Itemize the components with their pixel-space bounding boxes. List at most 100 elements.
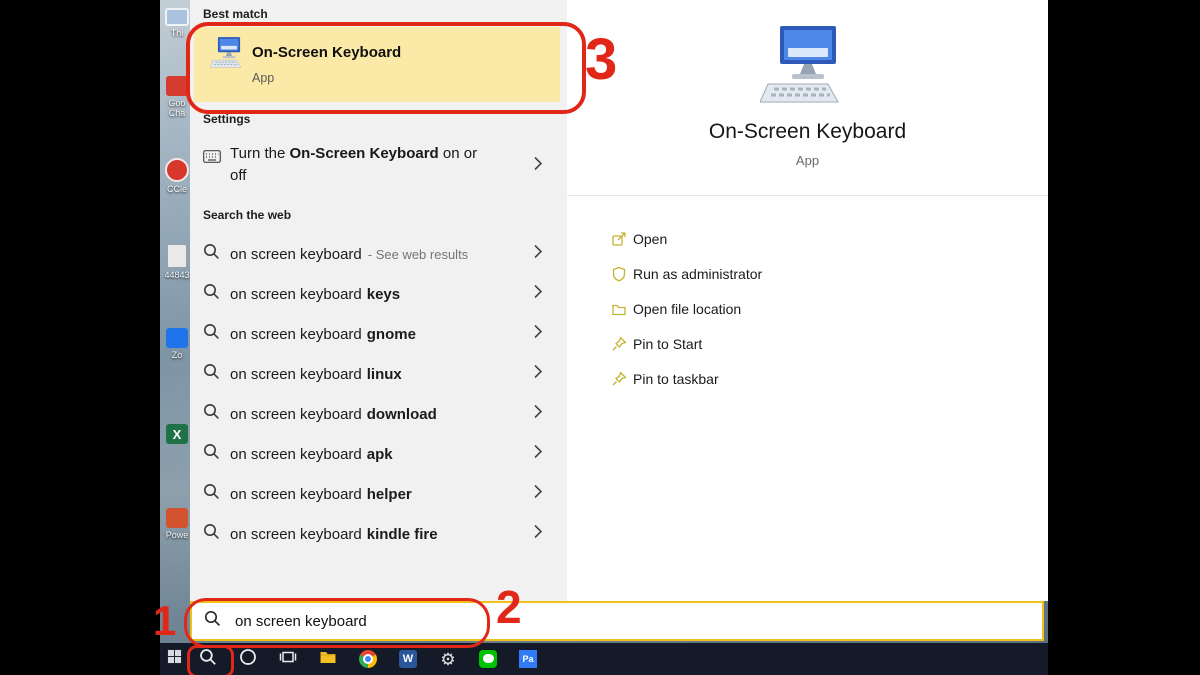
windows-screen: Thi Goo Cha CCle 44843 Zo X Powe Best ma… xyxy=(0,0,1200,675)
action-label: Pin to taskbar xyxy=(633,371,719,387)
suggestion-text: on screen keyboardlinux xyxy=(230,366,402,383)
chevron-right-icon xyxy=(533,156,543,177)
desktop-icon-label: 44843 xyxy=(164,270,189,280)
zalo-icon xyxy=(166,328,188,348)
taskbar-search-box[interactable] xyxy=(190,601,1044,641)
best-match-title: On-Screen Keyboard xyxy=(252,44,401,61)
best-match-header: Best match xyxy=(203,7,268,21)
web-suggestion[interactable]: on screen keyboardkindle fire xyxy=(190,514,567,554)
suggestion-text: on screen keyboardapk xyxy=(230,446,393,463)
search-icon xyxy=(203,523,220,545)
desktop-icon-document[interactable]: 44843 xyxy=(161,244,193,280)
desktop-icon-label: Goo Cha xyxy=(161,98,193,118)
search-input[interactable] xyxy=(233,612,557,631)
action-label: Open file location xyxy=(633,301,741,317)
search-icon xyxy=(203,243,220,265)
search-icon xyxy=(203,443,220,465)
desktop-icon-label: Powe xyxy=(166,530,189,540)
result-details-pane: On-Screen Keyboard App Open Run as admin… xyxy=(567,0,1048,601)
suggestion-text: on screen keyboarddownload xyxy=(230,406,437,423)
windows-logo-icon xyxy=(167,649,182,669)
word-button[interactable]: W xyxy=(388,643,428,675)
desktop-icon-excel[interactable]: X xyxy=(161,424,193,446)
settings-header: Settings xyxy=(203,112,250,126)
chevron-right-icon xyxy=(533,404,543,425)
file-explorer-button[interactable] xyxy=(308,643,348,675)
on-screen-keyboard-icon xyxy=(210,36,248,75)
paint-icon: Pa xyxy=(519,650,537,668)
web-suggestion[interactable]: on screen keyboardlinux xyxy=(190,354,567,394)
taskbar: W ⚙ Pa xyxy=(160,643,1048,675)
cortana-icon xyxy=(239,648,257,671)
action-run-as-administrator[interactable]: Run as administrator xyxy=(611,256,762,291)
desktop-icon-powerpoint[interactable]: Powe xyxy=(161,508,193,540)
chevron-right-icon xyxy=(533,364,543,385)
search-icon xyxy=(203,483,220,505)
file-explorer-icon xyxy=(319,649,337,670)
search-icon xyxy=(203,283,220,305)
taskbar-search-button[interactable] xyxy=(188,643,228,675)
desktop-icon-zalo[interactable]: Zo xyxy=(161,328,193,360)
suggestion-text: on screen keyboardgnome xyxy=(230,326,416,343)
action-pin-to-taskbar[interactable]: Pin to taskbar xyxy=(611,361,762,396)
web-suggestion[interactable]: on screen keyboardgnome xyxy=(190,314,567,354)
chrome-button[interactable] xyxy=(348,643,388,675)
search-icon xyxy=(203,363,220,385)
details-divider xyxy=(567,195,1048,196)
start-button[interactable] xyxy=(160,643,188,675)
gear-icon: ⚙ xyxy=(440,651,455,668)
pin-to-taskbar-icon xyxy=(611,371,633,387)
best-match-subtitle: App xyxy=(252,71,274,85)
settings-result-text: Turn the On-Screen Keyboard on or off xyxy=(230,143,492,187)
chevron-right-icon xyxy=(533,324,543,345)
desktop-icon-chrome[interactable]: Goo Cha xyxy=(161,76,193,118)
settings-button[interactable]: ⚙ xyxy=(428,643,468,675)
desktop-icon-ccleaner[interactable]: CCle xyxy=(161,158,193,194)
action-open-file-location[interactable]: Open file location xyxy=(611,291,762,326)
details-app-title: On-Screen Keyboard xyxy=(567,120,1048,144)
web-suggestion[interactable]: on screen keyboardkeys xyxy=(190,274,567,314)
excel-icon: X xyxy=(166,424,188,444)
search-icon xyxy=(199,648,217,671)
cortana-button[interactable] xyxy=(228,643,268,675)
search-icon xyxy=(203,323,220,345)
desktop-icon-label: Zo xyxy=(172,350,183,360)
web-suggestion[interactable]: on screen keyboarddownload xyxy=(190,394,567,434)
open-icon xyxy=(611,231,633,247)
powerpoint-icon xyxy=(166,508,188,528)
action-pin-to-start[interactable]: Pin to Start xyxy=(611,326,762,361)
task-view-button[interactable] xyxy=(268,643,308,675)
desktop-icon-label: Thi xyxy=(171,28,184,38)
suggestion-text: on screen keyboardhelper xyxy=(230,486,412,503)
action-label: Pin to Start xyxy=(633,336,702,352)
search-icon xyxy=(204,610,221,632)
desktop-icon-label: CCle xyxy=(167,184,187,194)
chevron-right-icon xyxy=(533,524,543,545)
settings-result-osk-toggle[interactable]: Turn the On-Screen Keyboard on or off xyxy=(190,134,567,198)
paint-button[interactable]: Pa xyxy=(508,643,548,675)
desktop-icon-this-pc[interactable]: Thi xyxy=(161,6,193,38)
line-icon xyxy=(479,650,497,668)
line-app-button[interactable] xyxy=(468,643,508,675)
search-the-web-header: Search the web xyxy=(203,208,291,222)
task-view-icon xyxy=(279,649,297,670)
web-suggestion[interactable]: on screen keyboardapk xyxy=(190,434,567,474)
suggestion-text: on screen keyboardkindle fire xyxy=(230,526,438,543)
chrome-icon xyxy=(359,650,377,668)
word-icon: W xyxy=(399,650,417,668)
this-pc-icon xyxy=(165,8,189,26)
open-file-location-icon xyxy=(611,301,633,317)
chevron-right-icon xyxy=(533,484,543,505)
details-actions: Open Run as administrator Open file loca… xyxy=(611,221,762,396)
ccleaner-icon xyxy=(165,158,189,182)
chevron-right-icon xyxy=(533,244,543,265)
action-open[interactable]: Open xyxy=(611,221,762,256)
search-icon xyxy=(203,403,220,425)
chevron-right-icon xyxy=(533,284,543,305)
web-suggestion[interactable]: on screen keyboardhelper xyxy=(190,474,567,514)
suggestion-text: on screen keyboard- See web results xyxy=(230,246,468,263)
web-suggestion[interactable]: on screen keyboard- See web results xyxy=(190,234,567,274)
action-label: Open xyxy=(633,231,667,247)
chrome-shortcut-icon xyxy=(166,76,188,96)
best-match-result[interactable]: On-Screen Keyboard App xyxy=(194,27,560,102)
